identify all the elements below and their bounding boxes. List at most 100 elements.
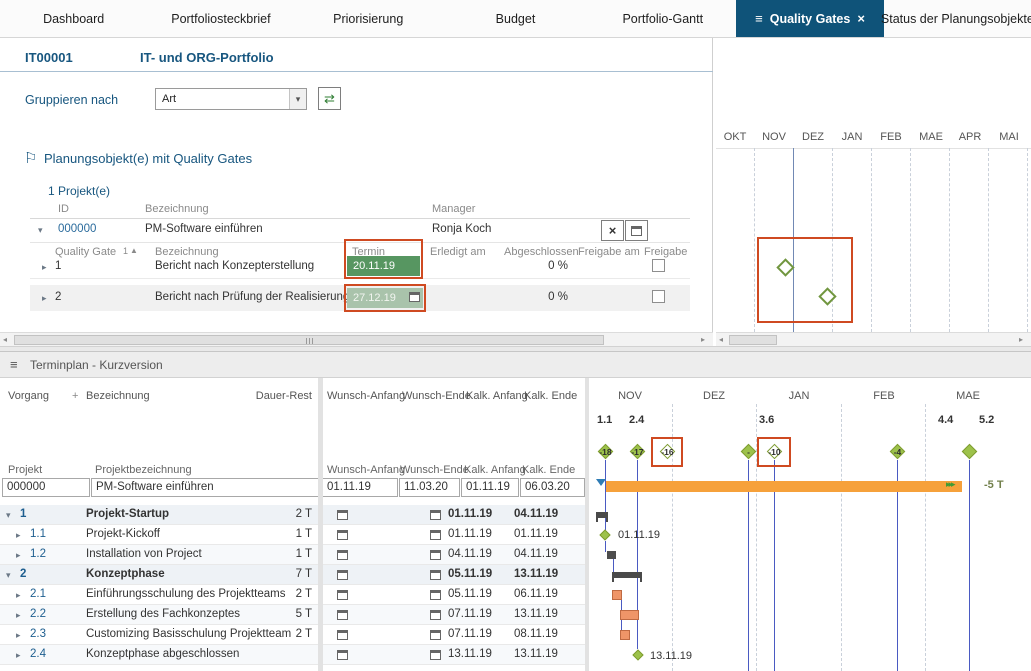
table-row[interactable]: ▸ 1.2 Installation von Project 1 T 04.11… — [0, 545, 586, 565]
task-number[interactable]: 2.3 — [30, 628, 46, 640]
horizontal-scrollbar[interactable]: ◂ ▸ — [716, 332, 1031, 346]
table-row[interactable]: ▾ 1 Projekt-Startup 2 T 01.11.19 04.11.1… — [0, 505, 586, 525]
freigabe-checkbox[interactable] — [652, 290, 665, 303]
calendar-icon[interactable] — [430, 650, 441, 660]
kalk-ende-cell[interactable]: 06.03.20 — [520, 478, 585, 497]
col-header-wunsch-anfang[interactable]: Wunsch-Anfang — [327, 390, 405, 402]
expand-icon[interactable]: ▸ — [16, 550, 21, 561]
phase-bar-konzeptphase[interactable] — [612, 572, 642, 578]
task-number[interactable]: 2.1 — [30, 588, 46, 600]
calendar-icon[interactable] — [337, 570, 348, 580]
calendar-icon[interactable] — [430, 630, 441, 640]
expand-icon[interactable]: ▸ — [16, 530, 21, 541]
calendar-icon[interactable] — [337, 530, 348, 540]
calendar-icon[interactable] — [337, 510, 348, 520]
column-splitter[interactable] — [585, 378, 589, 671]
scrollbar-thumb[interactable] — [729, 335, 777, 345]
expand-icon[interactable]: ▸ — [16, 650, 21, 661]
project-summary-bar[interactable] — [606, 481, 962, 492]
kalk-anfang-cell[interactable]: 01.11.19 — [461, 478, 519, 497]
tab-dashboard[interactable]: Dashboard — [0, 0, 147, 37]
menu-icon[interactable]: ≡ — [755, 11, 763, 26]
scroll-right-icon[interactable]: ▸ — [701, 335, 705, 344]
calendar-icon[interactable] — [337, 630, 348, 640]
milestone-diamond-gate[interactable]: -10 — [767, 444, 782, 459]
tab-portfoliosteckbrief[interactable]: Portfoliosteckbrief — [147, 0, 294, 37]
col-header-freigabe-am[interactable]: Freigabe am — [578, 246, 640, 258]
sort-asc-icon[interactable]: ▲ — [130, 246, 138, 255]
close-tab-icon[interactable]: × — [857, 11, 865, 26]
remove-button[interactable]: × — [601, 220, 624, 241]
col-header-erledigt-am[interactable]: Erledigt am — [430, 246, 486, 258]
collapse-icon[interactable]: ▾ — [6, 510, 11, 521]
table-row[interactable]: ▾ 2 Konzeptphase 7 T 05.11.19 13.11.19 — [0, 565, 586, 585]
milestone-diamond[interactable]: -18 — [598, 444, 613, 459]
task-number[interactable]: 1 — [20, 508, 26, 520]
col-header-gate-bezeichnung[interactable]: Bezeichnung — [155, 246, 219, 258]
milestone-diamond[interactable] — [962, 444, 977, 459]
tab-quality-gates[interactable]: ≡ Quality Gates × — [736, 0, 883, 37]
scroll-left-icon[interactable]: ◂ — [3, 335, 7, 344]
calendar-icon[interactable] — [430, 550, 441, 560]
task-number[interactable]: 2 — [20, 568, 26, 580]
col-header-freigabe[interactable]: Freigabe — [644, 246, 687, 258]
table-row[interactable]: ▸ 2.4 Konzeptphase abgeschlossen 13.11.1… — [0, 645, 586, 665]
milestone-diamond[interactable]: -4 — [890, 444, 905, 459]
calendar-icon[interactable] — [337, 550, 348, 560]
collapse-icon[interactable]: ▾ — [38, 225, 43, 236]
column-splitter[interactable] — [318, 378, 323, 671]
task-bar-customizing[interactable] — [620, 630, 630, 640]
task-bar-installation[interactable] — [607, 551, 616, 559]
wunsch-anfang-cell[interactable]: 01.11.19 — [322, 478, 398, 497]
milestone-diamond[interactable]: - — [741, 444, 756, 459]
col-header-vorgang[interactable]: Vorgang — [8, 390, 49, 402]
table-row[interactable]: ▸ 1.1 Projekt-Kickoff 1 T 01.11.19 01.11… — [0, 525, 586, 545]
col-header-kalk-ende[interactable]: Kalk. Ende — [524, 390, 577, 402]
milestone-diamond[interactable]: -17 — [630, 444, 645, 459]
col-header-bezeichnung[interactable]: Bezeichnung — [86, 390, 150, 402]
expand-icon[interactable]: ▸ — [16, 590, 21, 601]
hamburger-icon[interactable]: ≡ — [10, 357, 18, 372]
task-bar-einfuehrungsschulung[interactable] — [612, 590, 622, 600]
milestone-kickoff[interactable] — [599, 529, 611, 541]
calendar-icon[interactable] — [430, 510, 441, 520]
refresh-button[interactable]: ⇄ — [318, 87, 341, 110]
scrollbar-thumb[interactable] — [14, 335, 604, 345]
calendar-icon[interactable] — [337, 650, 348, 660]
expand-icon[interactable]: ▸ — [16, 610, 21, 621]
phase-bar-projekt-startup[interactable] — [596, 512, 608, 518]
tab-status-der-planungsobjekte[interactable]: Status der Planungsobjekte — [884, 0, 1031, 37]
task-number[interactable]: 2.2 — [30, 608, 46, 620]
milestone-diamond-gate[interactable]: -16 — [660, 444, 675, 459]
expand-icon[interactable]: ▸ — [42, 262, 47, 273]
milestone-konzeptphase-abgeschlossen[interactable] — [632, 649, 644, 661]
calendar-button[interactable] — [625, 220, 648, 241]
collapse-icon[interactable]: ▾ — [6, 570, 11, 581]
wunsch-ende-cell[interactable]: 11.03.20 — [399, 478, 460, 497]
calendar-icon[interactable] — [430, 530, 441, 540]
task-bar-fachkonzept[interactable] — [620, 610, 639, 620]
quality-gate-diamond[interactable] — [818, 287, 838, 307]
col-header-abgeschlossen[interactable]: Abgeschlossen — [504, 246, 579, 258]
col-header-id[interactable]: ID — [58, 203, 69, 215]
col-header-kalk-anfang[interactable]: Kalk. Anfang — [466, 390, 528, 402]
col-header-bezeichnung[interactable]: Bezeichnung — [145, 203, 209, 215]
calendar-icon[interactable] — [337, 610, 348, 620]
scroll-left-icon[interactable]: ◂ — [719, 335, 723, 344]
project-id-cell[interactable]: 000000 — [2, 478, 90, 497]
task-number[interactable]: 2.4 — [30, 648, 46, 660]
table-row[interactable]: ▸ 2.1 Einführungsschulung des Projekttea… — [0, 585, 586, 605]
calendar-icon[interactable] — [337, 590, 348, 600]
calendar-icon[interactable] — [430, 570, 441, 580]
tab-priorisierung[interactable]: Priorisierung — [295, 0, 442, 37]
calendar-icon[interactable] — [430, 610, 441, 620]
freigabe-checkbox[interactable] — [652, 259, 665, 272]
gate-termin-cell[interactable]: 27.12.19 — [347, 288, 423, 308]
calendar-icon[interactable] — [409, 292, 420, 302]
tab-portfolio-gantt[interactable]: Portfolio-Gantt — [589, 0, 736, 37]
chevron-down-icon[interactable]: ▾ — [289, 89, 306, 109]
task-number[interactable]: 1.1 — [30, 528, 46, 540]
quality-gate-diamond[interactable] — [776, 258, 796, 278]
scroll-right-icon[interactable]: ▸ — [1019, 335, 1023, 344]
table-row[interactable]: ▸ 2.2 Erstellung des Fachkonzeptes 5 T 0… — [0, 605, 586, 625]
